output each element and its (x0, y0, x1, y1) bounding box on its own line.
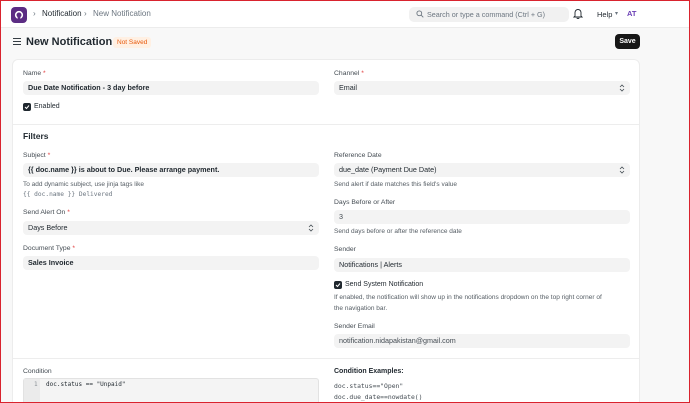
app-logo[interactable] (11, 7, 27, 23)
status-badge: Not Saved (113, 37, 152, 48)
reference-date-hint: Send alert if date matches this field's … (334, 181, 458, 188)
send-system-notification-label: Send System Notification (345, 281, 424, 288)
frappe-logo-icon (14, 10, 24, 20)
checkmark-icon (335, 283, 341, 288)
help-menu[interactable]: Help (597, 10, 612, 19)
search-bar[interactable]: Search or type a command (Ctrl + G) (409, 7, 569, 22)
page-title: New Notification (26, 36, 113, 48)
enabled-label: Enabled (34, 103, 60, 110)
section-divider (13, 124, 639, 125)
channel-label: Channel * (334, 70, 364, 77)
days-before-after-input[interactable]: 3 (334, 210, 630, 224)
send-alert-on-value: Days Before (28, 223, 68, 232)
send-system-notification-checkbox[interactable] (334, 281, 342, 289)
search-placeholder: Search or type a command (Ctrl + G) (427, 10, 546, 19)
document-type-input[interactable]: Sales Invoice (23, 256, 319, 270)
subject-hint-code: {{ doc.name }} Delivered (23, 191, 113, 198)
condition-example: doc.due_date==nowdate() (334, 393, 423, 401)
select-arrows-icon (308, 224, 314, 232)
enabled-checkbox[interactable] (23, 103, 31, 111)
chevron-down-icon[interactable]: ▾ (615, 10, 618, 17)
condition-label: Condition (23, 368, 52, 375)
document-type-label: Document Type * (23, 245, 76, 252)
name-input[interactable]: Due Date Notification - 3 day before (23, 81, 319, 95)
days-before-after-label: Days Before or After (334, 199, 396, 206)
sidebar-toggle-icon[interactable] (13, 38, 21, 45)
checkmark-icon (24, 105, 30, 110)
subject-hint: To add dynamic subject, use jinja tags l… (23, 181, 145, 188)
breadcrumb-notification[interactable]: Notification (42, 9, 82, 18)
days-before-after-hint: Send days before or after the reference … (334, 228, 462, 235)
form-card: Name * Due Date Notification - 3 day bef… (12, 59, 640, 402)
save-button[interactable]: Save (615, 34, 640, 49)
subject-label: Subject * (23, 152, 51, 159)
filters-section-title: Filters (23, 131, 49, 141)
sender-input[interactable]: Notifications | Alerts (334, 258, 630, 272)
channel-value: Email (339, 83, 357, 92)
channel-select[interactable]: Email (334, 81, 630, 95)
breadcrumb-chevron-icon: › (33, 9, 36, 18)
breadcrumb-chevron-icon: › (84, 9, 87, 18)
line-number: 1 (34, 381, 38, 388)
select-arrows-icon (619, 84, 625, 92)
subject-input[interactable]: {{ doc.name }} is about to Due. Please a… (23, 163, 319, 177)
reference-date-label: Reference Date (334, 152, 382, 159)
condition-code-editor[interactable]: 1 doc.status == "Unpaid" (23, 378, 319, 402)
search-icon (416, 10, 424, 18)
section-divider (13, 358, 639, 359)
send-alert-on-select[interactable]: Days Before (23, 221, 319, 235)
condition-examples-title: Condition Examples: (334, 368, 404, 375)
sender-email-label: Sender Email (334, 323, 375, 330)
sender-email-input[interactable]: notification.nidapakistan@gmail.com (334, 334, 630, 348)
breadcrumb-new-notification[interactable]: New Notification (93, 9, 151, 18)
top-navbar: › Notification › New Notification Search… (1, 1, 689, 28)
select-arrows-icon (619, 166, 625, 174)
condition-code: doc.status == "Unpaid" (46, 381, 126, 388)
send-system-notification-hint-1: If enabled, the notification will show u… (334, 294, 602, 301)
send-alert-on-label: Send Alert On * (23, 209, 70, 216)
app-window: › Notification › New Notification Search… (0, 0, 690, 403)
user-avatar[interactable]: AT (627, 9, 636, 18)
sender-label: Sender (334, 246, 356, 253)
notification-bell-icon[interactable] (573, 8, 583, 19)
send-system-notification-hint-2: the navigation bar. (334, 305, 388, 312)
page-header: New Notification Not Saved Save (1, 28, 689, 58)
name-label: Name * (23, 70, 46, 77)
reference-date-value: due_date (Payment Due Date) (339, 165, 437, 174)
condition-example: doc.status=="Open" (334, 382, 404, 390)
reference-date-select[interactable]: due_date (Payment Due Date) (334, 163, 630, 177)
